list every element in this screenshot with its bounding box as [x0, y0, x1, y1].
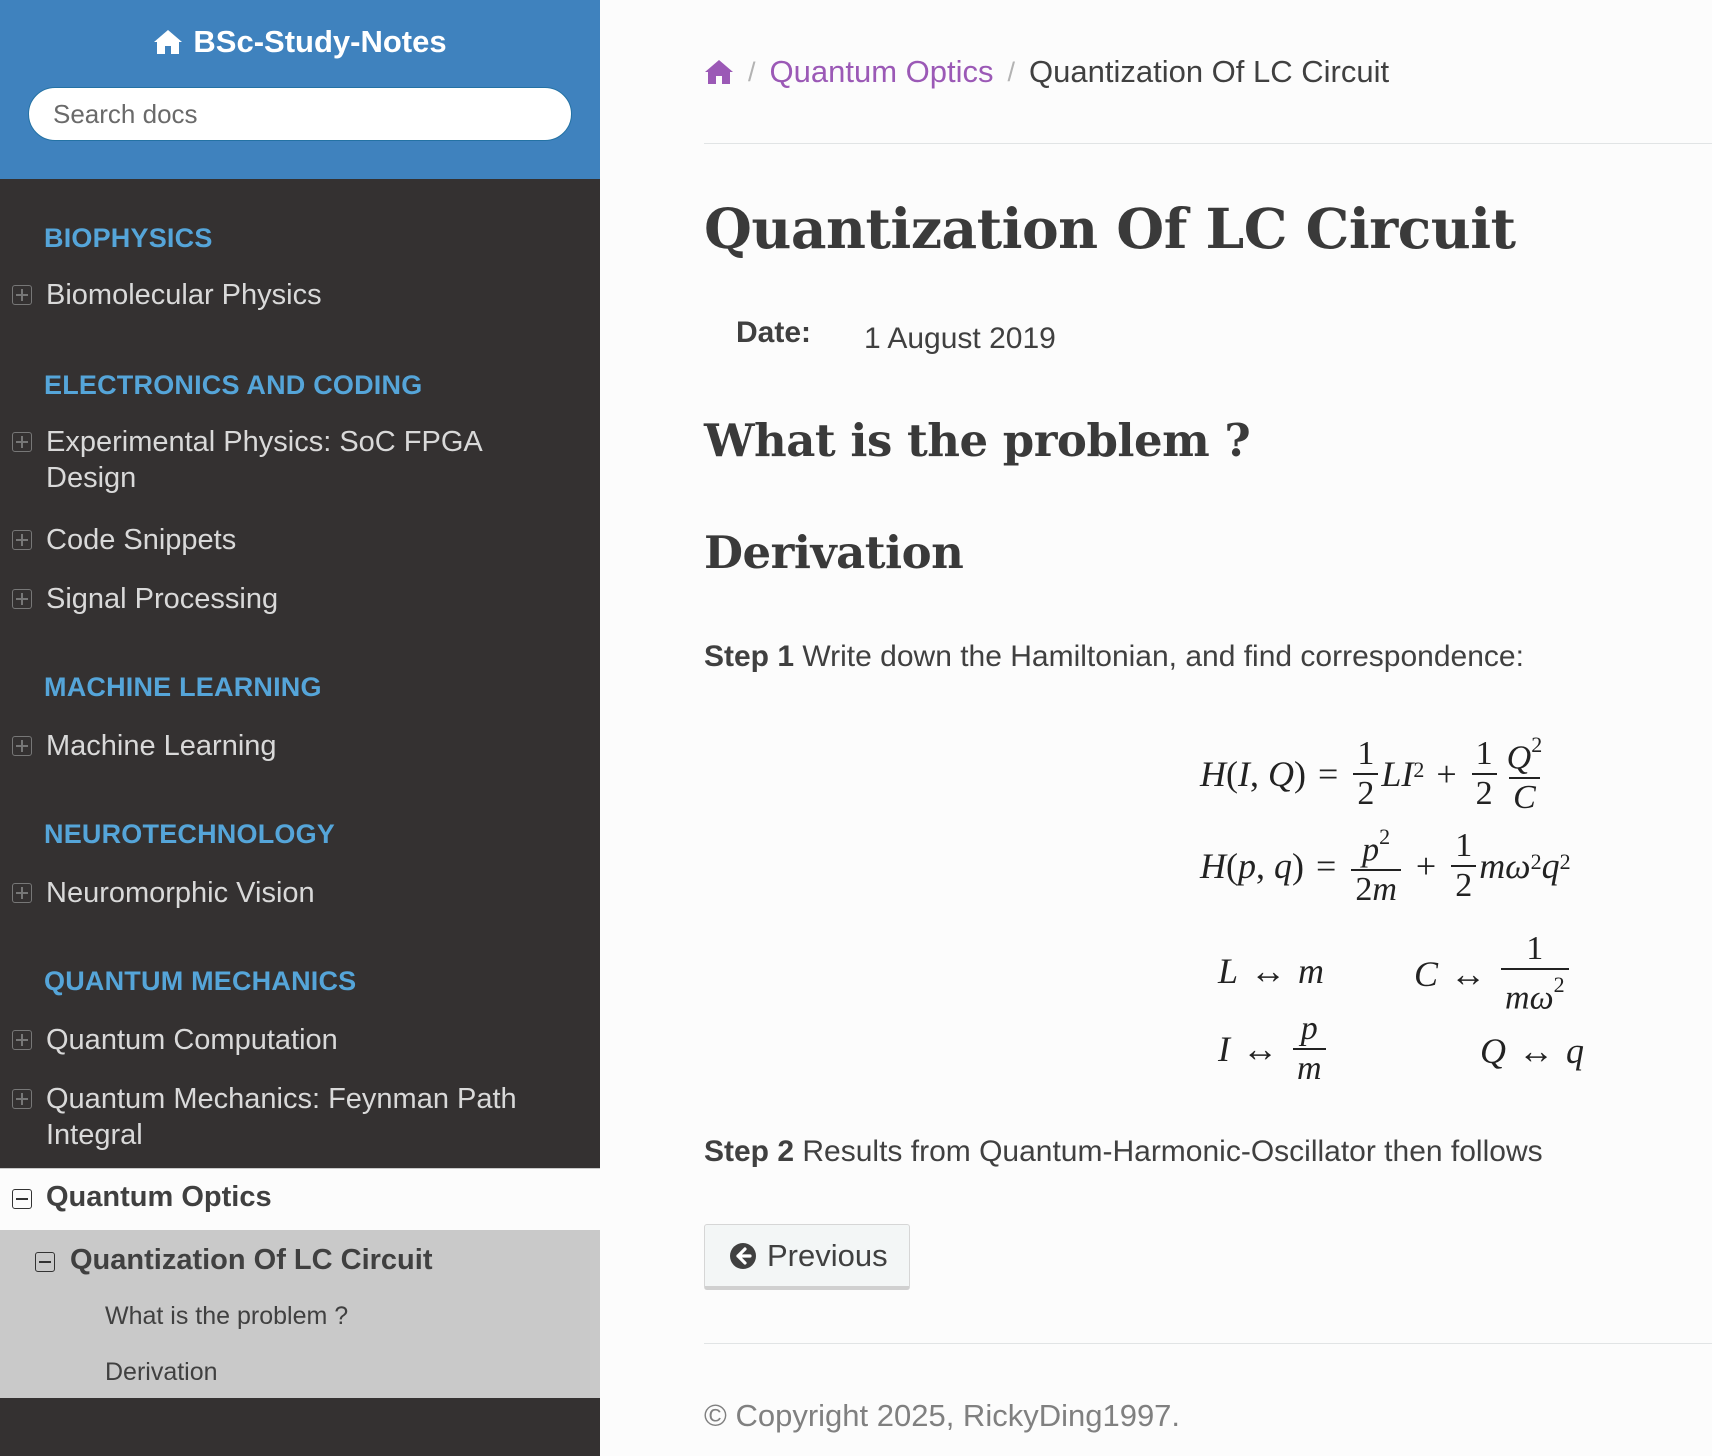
sidebar-item-quantization-lc-circuit[interactable]: Quantization Of LC Circuit [70, 1244, 433, 1277]
caption-biophysics: BIOPHYSICS [44, 223, 213, 253]
breadcrumb-separator: / [1007, 56, 1016, 87]
breadcrumb-separator: / [748, 56, 756, 87]
correspondence-c: C ↔ 1 mω2 [1414, 930, 1572, 1017]
equation-hamiltonian-lc: H(I, Q) = 12 LI 2 + 12 Q2 C [1200, 732, 1543, 817]
step1-paragraph: Step 1 Write down the Hamiltonian, and f… [704, 640, 1524, 674]
arrow-circle-left-icon [730, 1242, 756, 1269]
divider [704, 1343, 1712, 1344]
divider [704, 143, 1712, 144]
sidebar-item-biomolecular-physics[interactable]: Biomolecular Physics [0, 277, 600, 313]
sidebar-item-label: Biomolecular Physics [46, 279, 322, 311]
sidebar-item-label: Signal Processing [46, 583, 279, 615]
sidebar-item-label: Quantum Optics [46, 1181, 272, 1213]
breadcrumb-home-link[interactable] [704, 58, 734, 86]
expand-icon[interactable] [12, 285, 32, 305]
date-label: Date: [736, 316, 812, 349]
sidebar-item-feynman-path-integral[interactable]: Quantum Mechanics: Feynman Path Integral [0, 1081, 600, 1153]
expand-icon[interactable] [12, 1030, 32, 1050]
expand-icon[interactable] [12, 1089, 32, 1109]
date-value: 1 August 2019 [864, 322, 1056, 355]
search-input[interactable] [28, 87, 572, 141]
correspondence-q: Q ↔ q [1480, 1031, 1584, 1071]
sidebar-item-signal-processing[interactable]: Signal Processing [0, 581, 600, 617]
breadcrumb-current: Quantization Of LC Circuit [1029, 54, 1390, 89]
expand-icon[interactable] [12, 432, 32, 452]
expand-icon[interactable] [12, 589, 32, 609]
caption-quantum-mechanics: QUANTUM MECHANICS [44, 966, 357, 996]
sidebar-item-machine-learning[interactable]: Machine Learning [0, 728, 600, 764]
sidebar-item-neuromorphic-vision[interactable]: Neuromorphic Vision [0, 875, 600, 911]
home-icon [154, 30, 183, 54]
sidebar: BSc-Study-Notes BIOPHYSICS Biomolecular … [0, 0, 600, 1456]
sidebar-item-label: Quantum Mechanics: Feynman Path Integral [46, 1083, 517, 1151]
correspondence-i-p: I ↔ pm [1218, 1010, 1329, 1088]
section-heading-derivation: Derivation [704, 526, 964, 579]
step1-label: Step 1 [704, 640, 795, 673]
sidebar-item-quantum-computation[interactable]: Quantum Computation [0, 1022, 600, 1058]
math-block: H(I, Q) = 12 LI 2 + 12 Q2 C H(p, q) = p2 2m… [704, 720, 1712, 1100]
sidebar-item-soc-fpga-design[interactable]: Experimental Physics: SoC FPGA Design [0, 424, 600, 496]
breadcrumb: / Quantum Optics / Quantization Of LC Ci… [704, 54, 1389, 90]
equation-hamiltonian-oscillator: H(p, q) = p2 2m + 12 mω 2 q 2 [1200, 824, 1571, 909]
copyright-text: © Copyright 2025, RickyDing1997. [704, 1398, 1181, 1433]
sidebar-header: BSc-Study-Notes [0, 0, 600, 179]
caption-electronics-and-coding: ELECTRONICS AND CODING [44, 370, 423, 400]
step1-text: Write down the Hamiltonian, and find cor… [802, 640, 1524, 673]
collapse-icon[interactable] [12, 1189, 32, 1209]
section-heading-problem: What is the problem ? [704, 414, 1251, 467]
collapse-icon[interactable] [35, 1252, 55, 1272]
expand-icon[interactable] [12, 530, 32, 550]
expand-icon[interactable] [12, 736, 32, 756]
previous-button[interactable]: Previous [704, 1224, 910, 1290]
breadcrumb-quantum-optics[interactable]: Quantum Optics [770, 54, 994, 90]
step2-label: Step 2 [704, 1135, 795, 1168]
sidebar-current-page: Quantization Of LC Circuit What is the p… [0, 1230, 600, 1398]
step2-text: Results from Quantum-Harmonic-Oscillator… [802, 1135, 1543, 1168]
step2-paragraph: Step 2 Results from Quantum-Harmonic-Osc… [704, 1135, 1543, 1169]
caption-neurotechnology: NEUROTECHNOLOGY [44, 819, 336, 849]
previous-label: Previous [767, 1237, 888, 1273]
project-name: BSc-Study-Notes [193, 24, 447, 59]
expand-icon[interactable] [12, 883, 32, 903]
sidebar-subitem-derivation[interactable]: Derivation [105, 1358, 218, 1387]
project-home-link[interactable]: BSc-Study-Notes [153, 24, 447, 60]
date-field: Date: 1 August 2019 [736, 316, 1056, 355]
sidebar-item-code-snippets[interactable]: Code Snippets [0, 522, 600, 558]
correspondence-l-m: L ↔ m [1218, 951, 1325, 991]
sidebar-item-quantum-optics[interactable]: Quantum Optics [0, 1168, 600, 1231]
sidebar-item-label: Quantum Computation [46, 1024, 338, 1056]
home-icon [705, 60, 733, 84]
sidebar-subitem-problem[interactable]: What is the problem ? [105, 1302, 348, 1331]
sidebar-item-label: Machine Learning [46, 730, 277, 762]
page-title: Quantization Of LC Circuit [704, 196, 1516, 261]
sidebar-item-label: Code Snippets [46, 524, 237, 556]
sidebar-item-label: Experimental Physics: SoC FPGA Design [46, 426, 482, 494]
sidebar-item-label: Neuromorphic Vision [46, 877, 315, 909]
caption-machine-learning: MACHINE LEARNING [44, 672, 322, 702]
